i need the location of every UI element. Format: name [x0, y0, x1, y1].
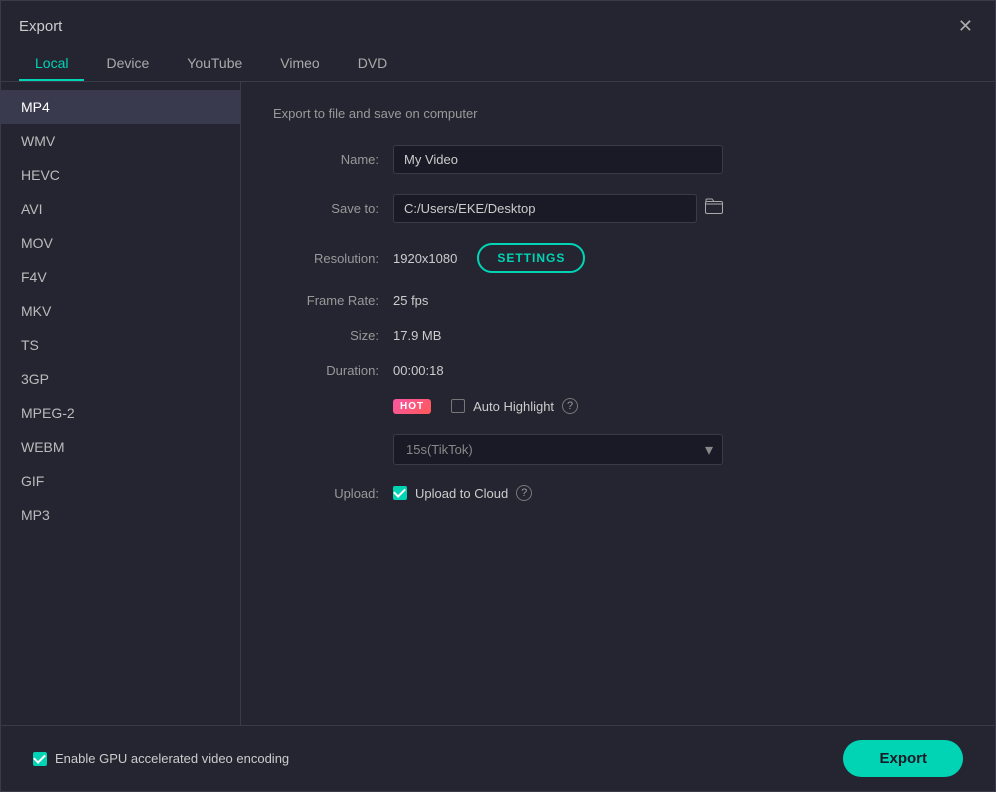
sidebar-item-3gp[interactable]: 3GP [1, 362, 240, 396]
duration-row: Duration: 00:00:18 [273, 363, 963, 378]
upload-to-cloud-text: Upload to Cloud [415, 486, 508, 501]
gpu-label-group: Enable GPU accelerated video encoding [33, 751, 289, 766]
sidebar-item-ts[interactable]: TS [1, 328, 240, 362]
sidebar-item-webm[interactable]: WEBM [1, 430, 240, 464]
export-button[interactable]: Export [843, 740, 963, 777]
tab-vimeo[interactable]: Vimeo [264, 47, 335, 81]
export-content: Export to file and save on computer Name… [241, 82, 995, 725]
sidebar-item-avi[interactable]: AVI [1, 192, 240, 226]
frame-rate-value: 25 fps [393, 293, 428, 308]
size-label: Size: [273, 328, 393, 343]
duration-value: 00:00:18 [393, 363, 444, 378]
auto-highlight-row: HOT Auto Highlight ? [273, 398, 963, 414]
save-to-row: Save to: [273, 194, 963, 223]
upload-to-cloud-checkbox-label[interactable]: Upload to Cloud [393, 486, 508, 501]
sidebar-item-hevc[interactable]: HEVC [1, 158, 240, 192]
size-row: Size: 17.9 MB [273, 328, 963, 343]
tiktok-select-wrapper: 15s(TikTok) 60s(TikTok) 30s(Instagram) [393, 434, 723, 465]
auto-highlight-checkbox-label[interactable]: Auto Highlight [451, 399, 554, 414]
tiktok-select[interactable]: 15s(TikTok) 60s(TikTok) 30s(Instagram) [393, 434, 723, 465]
save-to-label: Save to: [273, 201, 393, 216]
frame-rate-label: Frame Rate: [273, 293, 393, 308]
sidebar-item-wmv[interactable]: WMV [1, 124, 240, 158]
resolution-value: 1920x1080 [393, 251, 457, 266]
name-input[interactable] [393, 145, 723, 174]
path-row [393, 194, 723, 223]
name-label: Name: [273, 152, 393, 167]
close-button[interactable]: ✕ [954, 15, 977, 37]
sidebar-item-gif[interactable]: GIF [1, 464, 240, 498]
settings-button[interactable]: SETTINGS [477, 243, 585, 273]
export-dialog: Export ✕ Local Device YouTube Vimeo DVD … [0, 0, 996, 792]
tab-bar: Local Device YouTube Vimeo DVD [1, 47, 995, 82]
auto-highlight-help-icon[interactable]: ? [562, 398, 578, 414]
resolution-row: Resolution: 1920x1080 SETTINGS [273, 243, 963, 273]
title-bar: Export ✕ [1, 1, 995, 47]
browse-folder-button[interactable] [705, 198, 723, 219]
auto-highlight-checkbox[interactable] [451, 399, 465, 413]
resolution-content: 1920x1080 SETTINGS [393, 243, 585, 273]
upload-label: Upload: [273, 486, 393, 501]
gpu-label-text: Enable GPU accelerated video encoding [55, 751, 289, 766]
sidebar-item-mp4[interactable]: MP4 [1, 90, 240, 124]
name-row: Name: [273, 145, 963, 174]
bottom-bar: Enable GPU accelerated video encoding Ex… [1, 725, 995, 791]
sidebar-item-mpeg2[interactable]: MPEG-2 [1, 396, 240, 430]
upload-to-cloud-checkbox[interactable] [393, 486, 407, 500]
tab-youtube[interactable]: YouTube [171, 47, 258, 81]
tab-device[interactable]: Device [90, 47, 165, 81]
dialog-title: Export [19, 18, 62, 35]
hot-badge: HOT [393, 399, 431, 414]
save-to-input[interactable] [393, 194, 697, 223]
sidebar-item-mov[interactable]: MOV [1, 226, 240, 260]
auto-highlight-controls: HOT Auto Highlight ? [393, 398, 578, 414]
format-sidebar: MP4 WMV HEVC AVI MOV F4V MKV TS 3GP MPEG… [1, 82, 241, 725]
upload-controls: Upload to Cloud ? [393, 485, 532, 501]
sidebar-item-mkv[interactable]: MKV [1, 294, 240, 328]
tab-dvd[interactable]: DVD [342, 47, 404, 81]
upload-help-icon[interactable]: ? [516, 485, 532, 501]
sidebar-item-mp3[interactable]: MP3 [1, 498, 240, 532]
size-value: 17.9 MB [393, 328, 441, 343]
tab-local[interactable]: Local [19, 47, 84, 81]
sidebar-item-f4v[interactable]: F4V [1, 260, 240, 294]
section-title: Export to file and save on computer [273, 106, 963, 121]
frame-rate-row: Frame Rate: 25 fps [273, 293, 963, 308]
resolution-label: Resolution: [273, 251, 393, 266]
duration-label: Duration: [273, 363, 393, 378]
upload-row: Upload: Upload to Cloud ? [273, 485, 963, 501]
gpu-checkbox[interactable] [33, 752, 47, 766]
main-area: MP4 WMV HEVC AVI MOV F4V MKV TS 3GP MPEG… [1, 82, 995, 725]
auto-highlight-text: Auto Highlight [473, 399, 554, 414]
